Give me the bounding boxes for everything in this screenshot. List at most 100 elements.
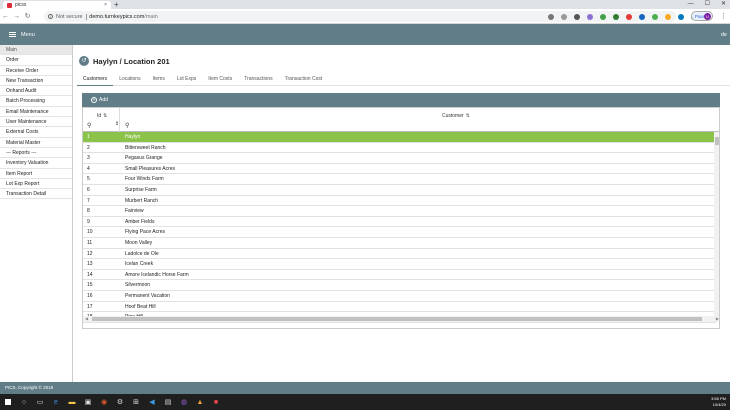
user-label[interactable]: de <box>721 32 727 38</box>
table-row[interactable]: 9 Amber Fields <box>83 217 716 228</box>
app-icon-6[interactable]: ■ <box>208 399 224 406</box>
extension-icon-3[interactable] <box>600 13 606 20</box>
task-view-icon[interactable]: ▭ <box>32 398 48 406</box>
extension-icon-1[interactable] <box>574 13 580 20</box>
app-icon-5[interactable]: ▲ <box>192 399 208 406</box>
tab-transactions[interactable]: Transactions <box>238 72 278 86</box>
search-icon[interactable]: ○ <box>16 399 32 406</box>
page-title: Haylyn / Location 201 <box>93 56 170 66</box>
table-row[interactable]: 1 Haylyn <box>83 132 716 143</box>
sort-icon[interactable]: ⇅ <box>103 113 107 119</box>
table-row[interactable]: 15 Silvermoon <box>83 280 716 291</box>
table-row[interactable]: 3 Pegasus Grange <box>83 153 716 164</box>
info-icon[interactable]: i <box>48 14 53 19</box>
table-row[interactable]: 8 Fairview <box>83 206 716 217</box>
sort-icon[interactable]: ⇅ <box>466 113 470 119</box>
tab-customers[interactable]: Customers <box>77 72 114 86</box>
back-arrow-icon[interactable]: ← <box>0 13 11 20</box>
file-explorer-icon[interactable]: ▬ <box>64 399 80 406</box>
reload-icon[interactable]: ↻ <box>22 12 33 20</box>
sidebar-item-inventory-valuation[interactable]: Inventory Valuation <box>0 158 72 169</box>
sidebar-item-item-report[interactable]: Item Report <box>0 169 72 179</box>
vertical-scrollbar[interactable] <box>714 132 719 317</box>
vertical-scroll-thumb[interactable] <box>714 137 719 145</box>
table-row[interactable]: 5 Four Winds Farm <box>83 174 716 185</box>
store-icon[interactable]: ▣ <box>80 398 96 406</box>
back-circle-icon[interactable]: ↺ <box>79 56 89 66</box>
add-button[interactable]: + Add <box>87 95 112 105</box>
window-controls: — ☐ ✕ <box>688 0 726 9</box>
tab-transaction-cost[interactable]: Transaction Cost <box>279 72 329 86</box>
sidebar-item-material-master[interactable]: Material Master <box>0 138 72 148</box>
scroll-left-icon[interactable]: ◀ <box>85 316 88 322</box>
star-icon[interactable] <box>561 13 567 20</box>
close-tab-icon[interactable]: × <box>104 2 107 8</box>
profile-paused-button[interactable]: Paused U <box>691 11 713 21</box>
extension-icon-8[interactable] <box>665 13 671 20</box>
chrome-icon[interactable]: ◉ <box>96 398 112 406</box>
browser-tabstrip: picss × + — ☐ ✕ <box>0 0 730 9</box>
sidebar-item-order[interactable]: Order <box>0 55 72 66</box>
app-icon-2[interactable]: ⊞ <box>128 398 144 406</box>
minimize-button[interactable]: — <box>688 0 694 9</box>
sidebar-item-transaction-detail[interactable]: Transaction Detail <box>0 189 72 200</box>
horizontal-scrollbar[interactable]: ◀ ▶ <box>83 316 719 322</box>
extension-icon-2[interactable] <box>587 13 593 20</box>
table-row[interactable]: 6 Surprise Farm <box>83 185 716 196</box>
extension-icon-6[interactable] <box>639 13 645 20</box>
edge-icon[interactable]: e <box>48 399 64 406</box>
maximize-button[interactable]: ☐ <box>705 0 710 9</box>
new-tab-button[interactable]: + <box>114 0 119 9</box>
sidebar-item-user-maintenance[interactable]: User Maintenance <box>0 117 72 128</box>
menu-label[interactable]: Menu <box>21 32 35 38</box>
forward-arrow-icon[interactable]: → <box>11 13 22 20</box>
column-divider <box>119 108 120 132</box>
app-icon-1[interactable]: ⚙ <box>112 398 128 406</box>
app-icon-4[interactable]: ◍ <box>176 398 192 406</box>
tab-locations[interactable]: Locations <box>113 72 146 86</box>
grid-rows: 1 Haylyn 2 Bittersweet Ranch 3 Pegasus Gran… <box>83 132 716 323</box>
sidebar-item-main[interactable]: Main <box>0 45 72 56</box>
app-icon-3[interactable]: ▤ <box>160 398 176 406</box>
close-window-button[interactable]: ✕ <box>721 0 726 9</box>
table-row[interactable]: 14 Amore Icelandic Horse Farm <box>83 270 716 281</box>
table-row[interactable]: 16 Permanent Vacation <box>83 291 716 302</box>
tab-item-costs[interactable]: Item Costs <box>202 72 238 86</box>
filter-id-search-icon[interactable]: ⚲ <box>87 122 91 129</box>
table-row[interactable]: 13 Icelan Creek <box>83 259 716 270</box>
sidebar-item-lot-exp-report[interactable]: Lot Exp Report <box>0 179 72 190</box>
table-row[interactable]: 10 Flying Pace Acres <box>83 227 716 238</box>
sidebar-item-onhand-audit[interactable]: Onhand Audit <box>0 86 72 97</box>
column-header-customer[interactable]: Customer ⇅ <box>442 113 470 119</box>
table-row[interactable]: 17 Hoof Beat Hill <box>83 302 716 313</box>
sidebar-item-batch-processing[interactable]: Batch Processing <box>0 96 72 107</box>
browser-tab[interactable]: picss × <box>3 1 111 9</box>
vscode-icon[interactable]: ◀ <box>144 398 160 406</box>
extension-icon-5[interactable] <box>626 13 632 20</box>
windows-start-icon[interactable] <box>0 399 16 405</box>
table-row[interactable]: 7 Murbert Ranch <box>83 196 716 207</box>
sidebar-item-external-costs[interactable]: External Costs <box>0 127 72 138</box>
sidebar-item-new-transaction[interactable]: New Transaction <box>0 76 72 87</box>
tab-items[interactable]: Items <box>147 72 171 86</box>
taskbar-clock[interactable]: 3:56 PM 10/4/20 <box>711 396 726 407</box>
tab-lot-exps[interactable]: Lot Exps <box>171 72 202 86</box>
scroll-right-icon[interactable]: ▶ <box>716 316 719 322</box>
table-row[interactable]: 12 Ladolce de Ole <box>83 249 716 260</box>
sidebar-item-receive-order[interactable]: Receive Order <box>0 66 72 76</box>
horizontal-scroll-thumb[interactable] <box>92 317 702 321</box>
filter-customer-search-icon[interactable]: ⚲ <box>125 122 129 129</box>
table-row[interactable]: 4 Small Pleasures Acres <box>83 164 716 175</box>
column-header-id[interactable]: Id ⇅ <box>97 113 107 119</box>
table-row[interactable]: 11 Moon Valley <box>83 238 716 249</box>
browser-menu-icon[interactable]: ⋮ <box>720 12 727 20</box>
table-row[interactable]: 2 Bittersweet Ranch <box>83 143 716 154</box>
extension-icon-7[interactable] <box>652 13 658 20</box>
hamburger-menu-icon[interactable] <box>9 31 16 38</box>
key-icon[interactable] <box>548 13 554 20</box>
sidebar-reports-header: --- Reports --- <box>0 148 72 159</box>
extension-icon-9[interactable] <box>678 13 684 20</box>
extension-icon-4[interactable] <box>613 13 619 20</box>
sidebar-item-email-maintenance[interactable]: Email Maintenance <box>0 107 72 118</box>
url-path: /main <box>144 13 158 20</box>
